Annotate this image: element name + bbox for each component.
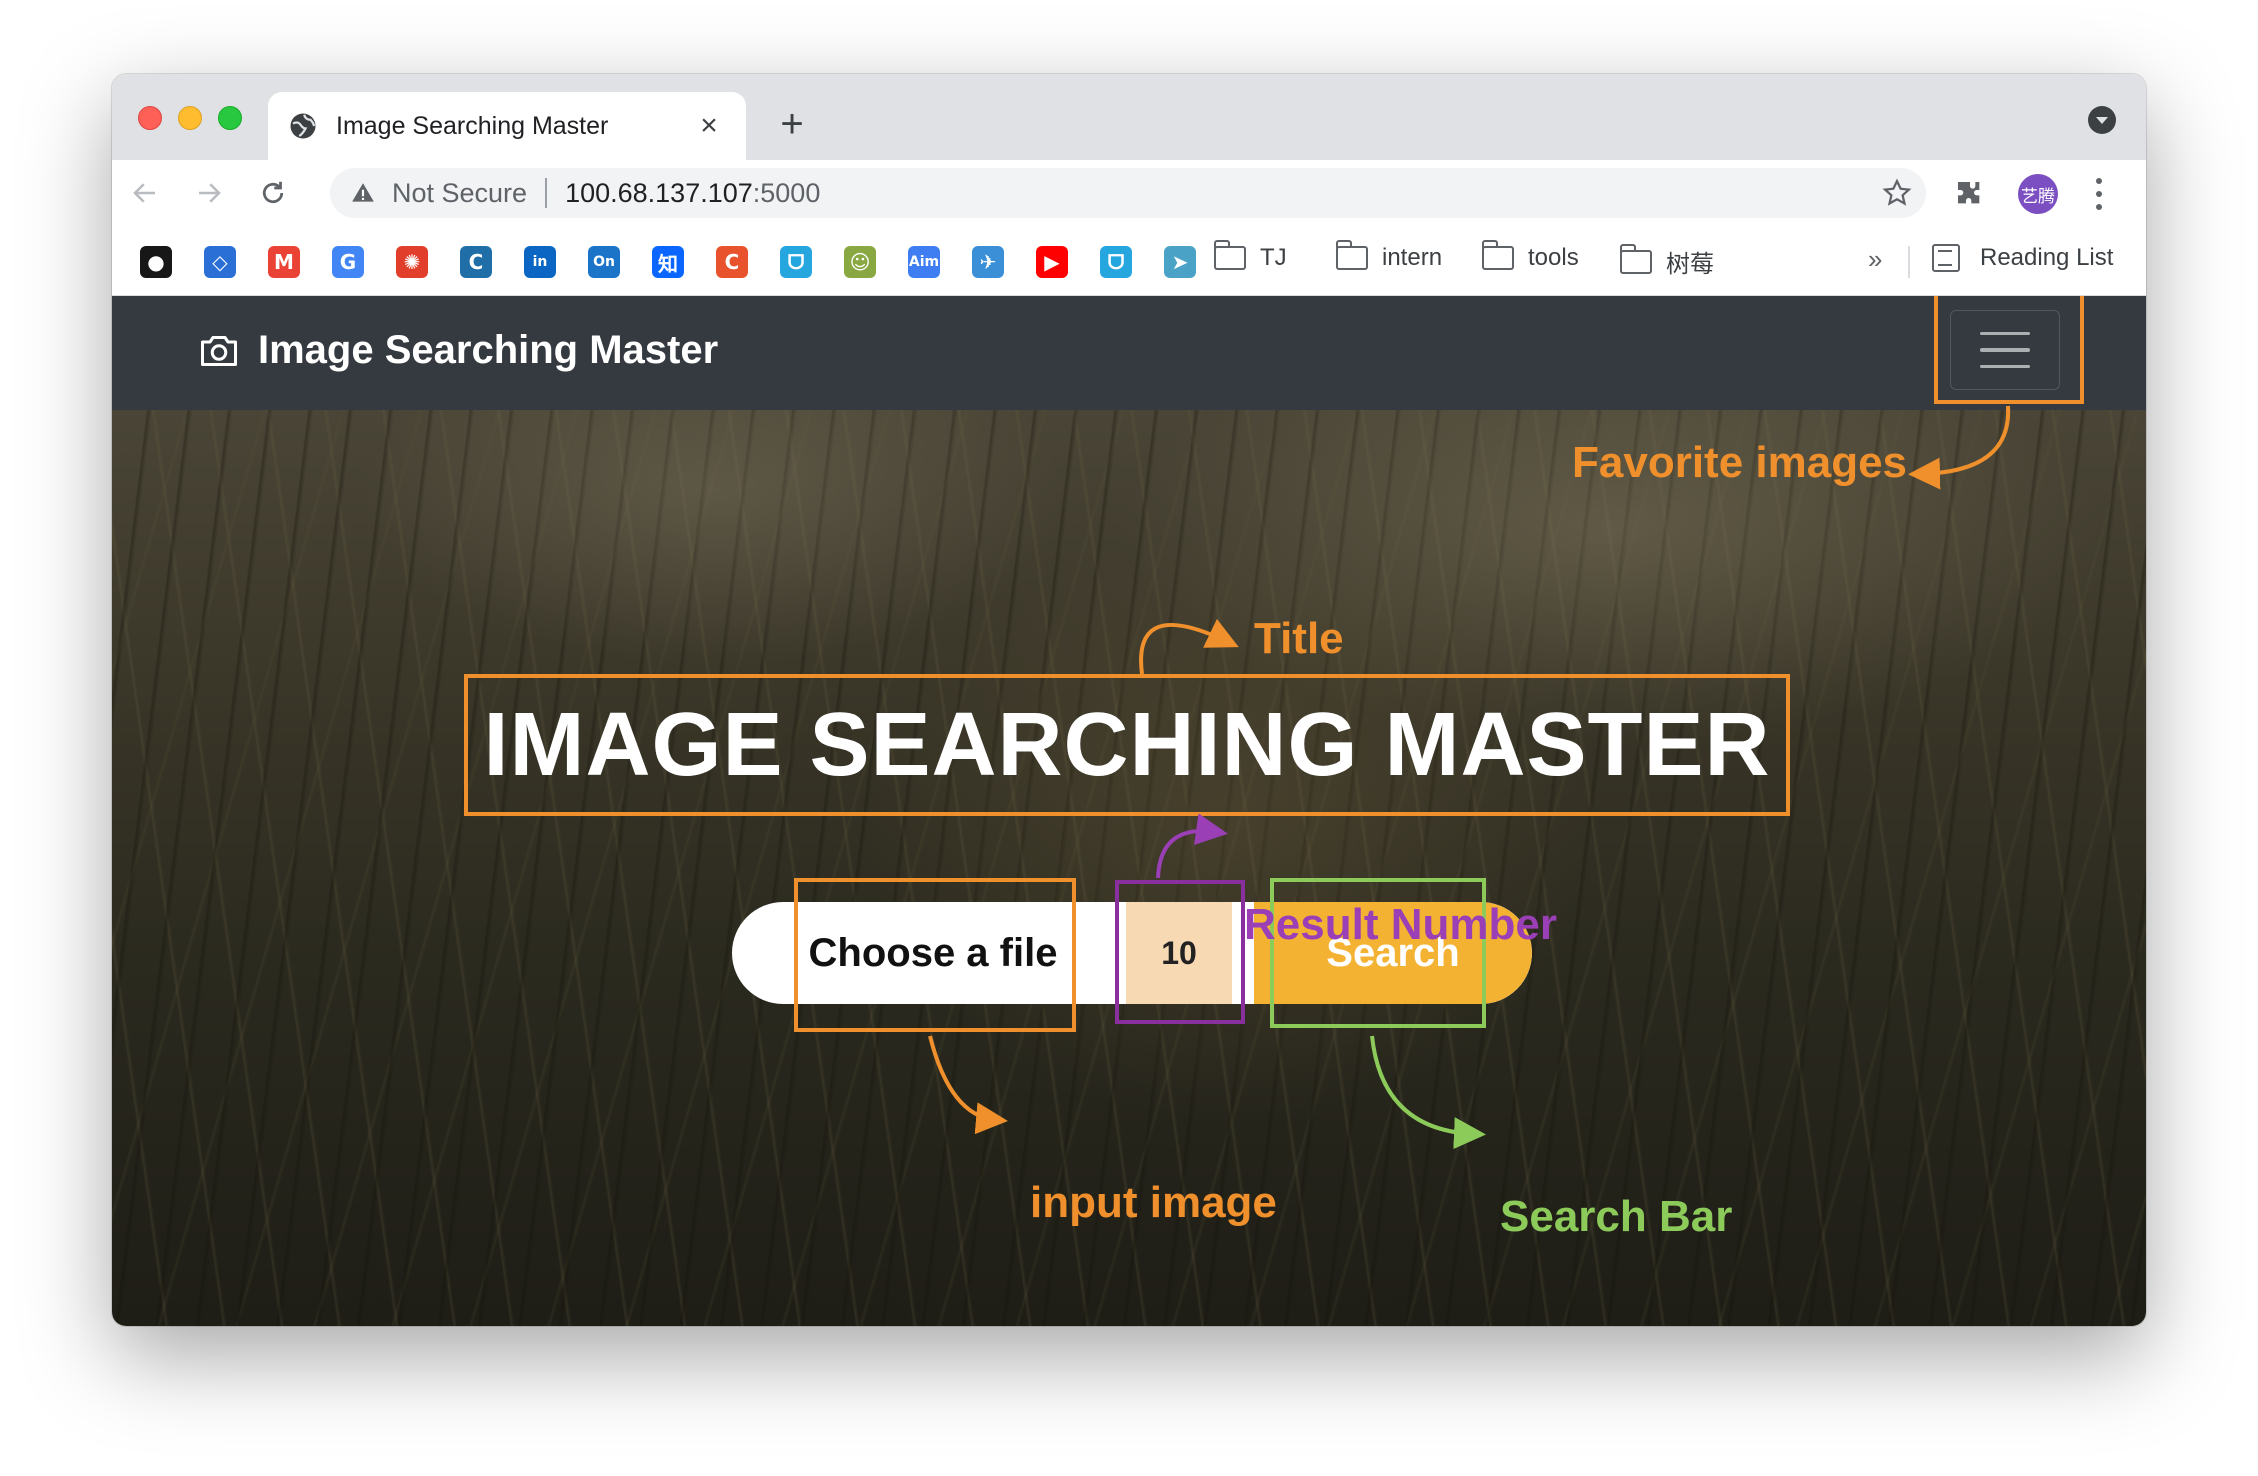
reading-list-label: Reading List — [1980, 244, 2114, 271]
annotation-label-search-bar: Search Bar — [1500, 1192, 1733, 1241]
bookmark-folder-tj[interactable]: TJ — [1214, 240, 1287, 272]
profile-avatar[interactable]: 艺腾 — [2018, 174, 2058, 214]
back-button[interactable] — [124, 172, 166, 214]
globe-icon — [290, 113, 316, 139]
linkedin-icon[interactable]: in — [524, 246, 556, 278]
bilibili-tv-icon[interactable]: ᗜ — [1100, 246, 1132, 278]
folder-label: 树莓 — [1666, 250, 1714, 278]
diamond-icon[interactable]: ◇ — [204, 246, 236, 278]
bookmark-star-icon[interactable] — [1882, 178, 1912, 208]
reading-list-button[interactable]: Reading List — [1932, 244, 2113, 272]
c-red-icon[interactable]: C — [716, 246, 748, 278]
screenshot-stage: Image Searching Master × + Not Secure 10… — [0, 0, 2258, 1476]
browser-tab[interactable]: Image Searching Master × — [268, 92, 746, 160]
reading-list-icon — [1932, 244, 1960, 272]
gmail-icon[interactable]: M — [268, 246, 300, 278]
arrow-left-icon — [133, 183, 155, 203]
forward-button[interactable] — [188, 172, 230, 214]
bookmarks-bar: ● ◇ M G ✺ Cin On 知 C ᗜ ☺ Aim ✈ ▶ ᗜ ➤ TJ intern tools 树莓… — [112, 226, 2146, 296]
youtube-icon[interactable]: ▶ — [1036, 246, 1068, 278]
omnibox-divider — [545, 178, 548, 208]
tab-title: Image Searching Master — [336, 111, 609, 140]
bookmarks-divider — [1908, 246, 1910, 278]
browser-toolbar: Not Secure 100.68.137.107:5000 艺腾 — [112, 160, 2146, 226]
folder-icon — [1482, 240, 1514, 270]
folder-label: intern — [1382, 244, 1443, 271]
bookmark-folder-raspberry[interactable]: 树莓 — [1620, 243, 1714, 279]
camera-icon — [201, 335, 237, 366]
folder-icon — [1620, 243, 1652, 274]
brand-title: Image Searching Master — [258, 328, 719, 372]
url-port: :5000 — [752, 177, 821, 208]
frog-icon[interactable]: ☺ — [844, 246, 876, 278]
annotation-label-input-image: input image — [1030, 1178, 1277, 1227]
window-minimize-button[interactable] — [178, 106, 202, 130]
security-status[interactable]: Not Secure — [392, 178, 527, 209]
new-tab-button[interactable]: + — [772, 104, 812, 144]
annotation-label-favorites: Favorite images — [1572, 438, 1908, 487]
browser-window: Image Searching Master × + Not Secure 10… — [112, 74, 2146, 1326]
aim-icon[interactable]: Aim — [908, 246, 940, 278]
annotation-label-title: Title — [1254, 614, 1344, 663]
bilibili-icon[interactable]: ᗜ — [780, 246, 812, 278]
zhihu-icon[interactable]: 知 — [652, 246, 684, 278]
tab-search-icon[interactable] — [2088, 106, 2116, 134]
bird-icon[interactable]: ✈ — [972, 246, 1004, 278]
github-icon[interactable]: ● — [140, 246, 172, 278]
folder-label: TJ — [1260, 244, 1287, 271]
url-host: 100.68.137.107 — [565, 177, 753, 208]
annotation-box-favorites — [1934, 296, 2084, 404]
annotation-label-result-number: Result Number — [1244, 900, 1557, 949]
tab-close-icon[interactable]: × — [692, 111, 726, 141]
browser-menu-icon[interactable] — [2092, 174, 2106, 214]
bookmark-folder-tools[interactable]: tools — [1482, 240, 1579, 272]
warning-icon — [352, 183, 374, 202]
app-navbar: Image Searching Master — [112, 296, 2146, 410]
window-close-button[interactable] — [138, 106, 162, 130]
web-page: Image Searching Master IMAGE SEARCHING M… — [112, 296, 2146, 1326]
arrow-right-icon — [199, 183, 221, 203]
c-icon[interactable]: C — [460, 246, 492, 278]
annotation-box-result-number — [1115, 880, 1245, 1024]
google-translate-icon[interactable]: G — [332, 246, 364, 278]
reload-icon — [262, 181, 284, 204]
extensions-puzzle-icon[interactable] — [1954, 178, 1986, 210]
bookmark-folder-intern[interactable]: intern — [1336, 240, 1443, 272]
tab-strip: Image Searching Master × + — [112, 74, 2146, 160]
window-maximize-button[interactable] — [218, 106, 242, 130]
annotation-box-input-image — [794, 878, 1076, 1032]
address-bar[interactable]: Not Secure 100.68.137.107:5000 — [330, 168, 1926, 218]
hero-title-frame: IMAGE SEARCHING MASTER — [464, 674, 1790, 816]
onenote-icon[interactable]: On — [588, 246, 620, 278]
folder-label: tools — [1528, 244, 1579, 271]
app-brand[interactable]: Image Searching Master — [198, 328, 718, 373]
hero-title: IMAGE SEARCHING MASTER — [483, 694, 1771, 795]
folder-icon — [1214, 240, 1246, 270]
reload-button[interactable] — [252, 172, 294, 214]
bookmarks-overflow-button[interactable]: » — [1868, 244, 1882, 275]
folder-icon — [1336, 240, 1368, 270]
telegram-icon[interactable]: ➤ — [1164, 246, 1196, 278]
canvas-icon[interactable]: ✺ — [396, 246, 428, 278]
